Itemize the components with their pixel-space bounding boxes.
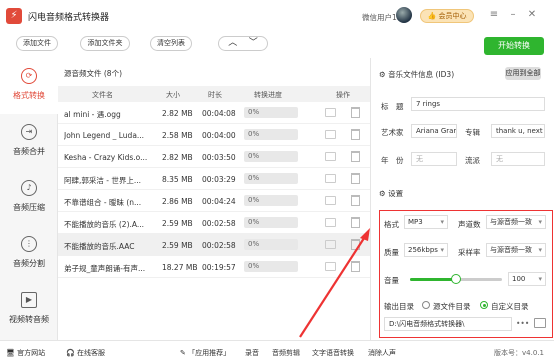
footer: 🖥 官方网站 🎧 在线客服 ✎ 「应用推荐」 录音 音频剪辑 文字语音转换 消除… [0,340,554,363]
remove-vocal-link[interactable]: 消除人声 [368,348,396,358]
record-link[interactable]: 录音 [245,348,259,358]
arrow-line [299,231,369,338]
website-link[interactable]: 🖥 官方网站 [6,348,45,358]
computer-icon: 🖥 [6,349,15,357]
puzzle-icon: ✎ [180,349,186,357]
annotation-arrow [299,228,370,338]
recommend-label: 「应用推荐」 [188,349,231,357]
feedback-link[interactable]: 🎧 在线客服 [66,348,105,358]
recommend-link[interactable]: ✎ 「应用推荐」 [180,348,230,358]
tts-link[interactable]: 文字语音转换 [312,348,354,358]
headset-icon: 🎧 [66,349,75,357]
feedback-label: 在线客服 [76,349,105,357]
website-label: 官方网站 [17,349,46,357]
audio-edit-link[interactable]: 音频剪辑 [272,348,300,358]
version-label: 版本号：v4.0.1 [494,349,544,357]
arrow-head [360,228,370,241]
